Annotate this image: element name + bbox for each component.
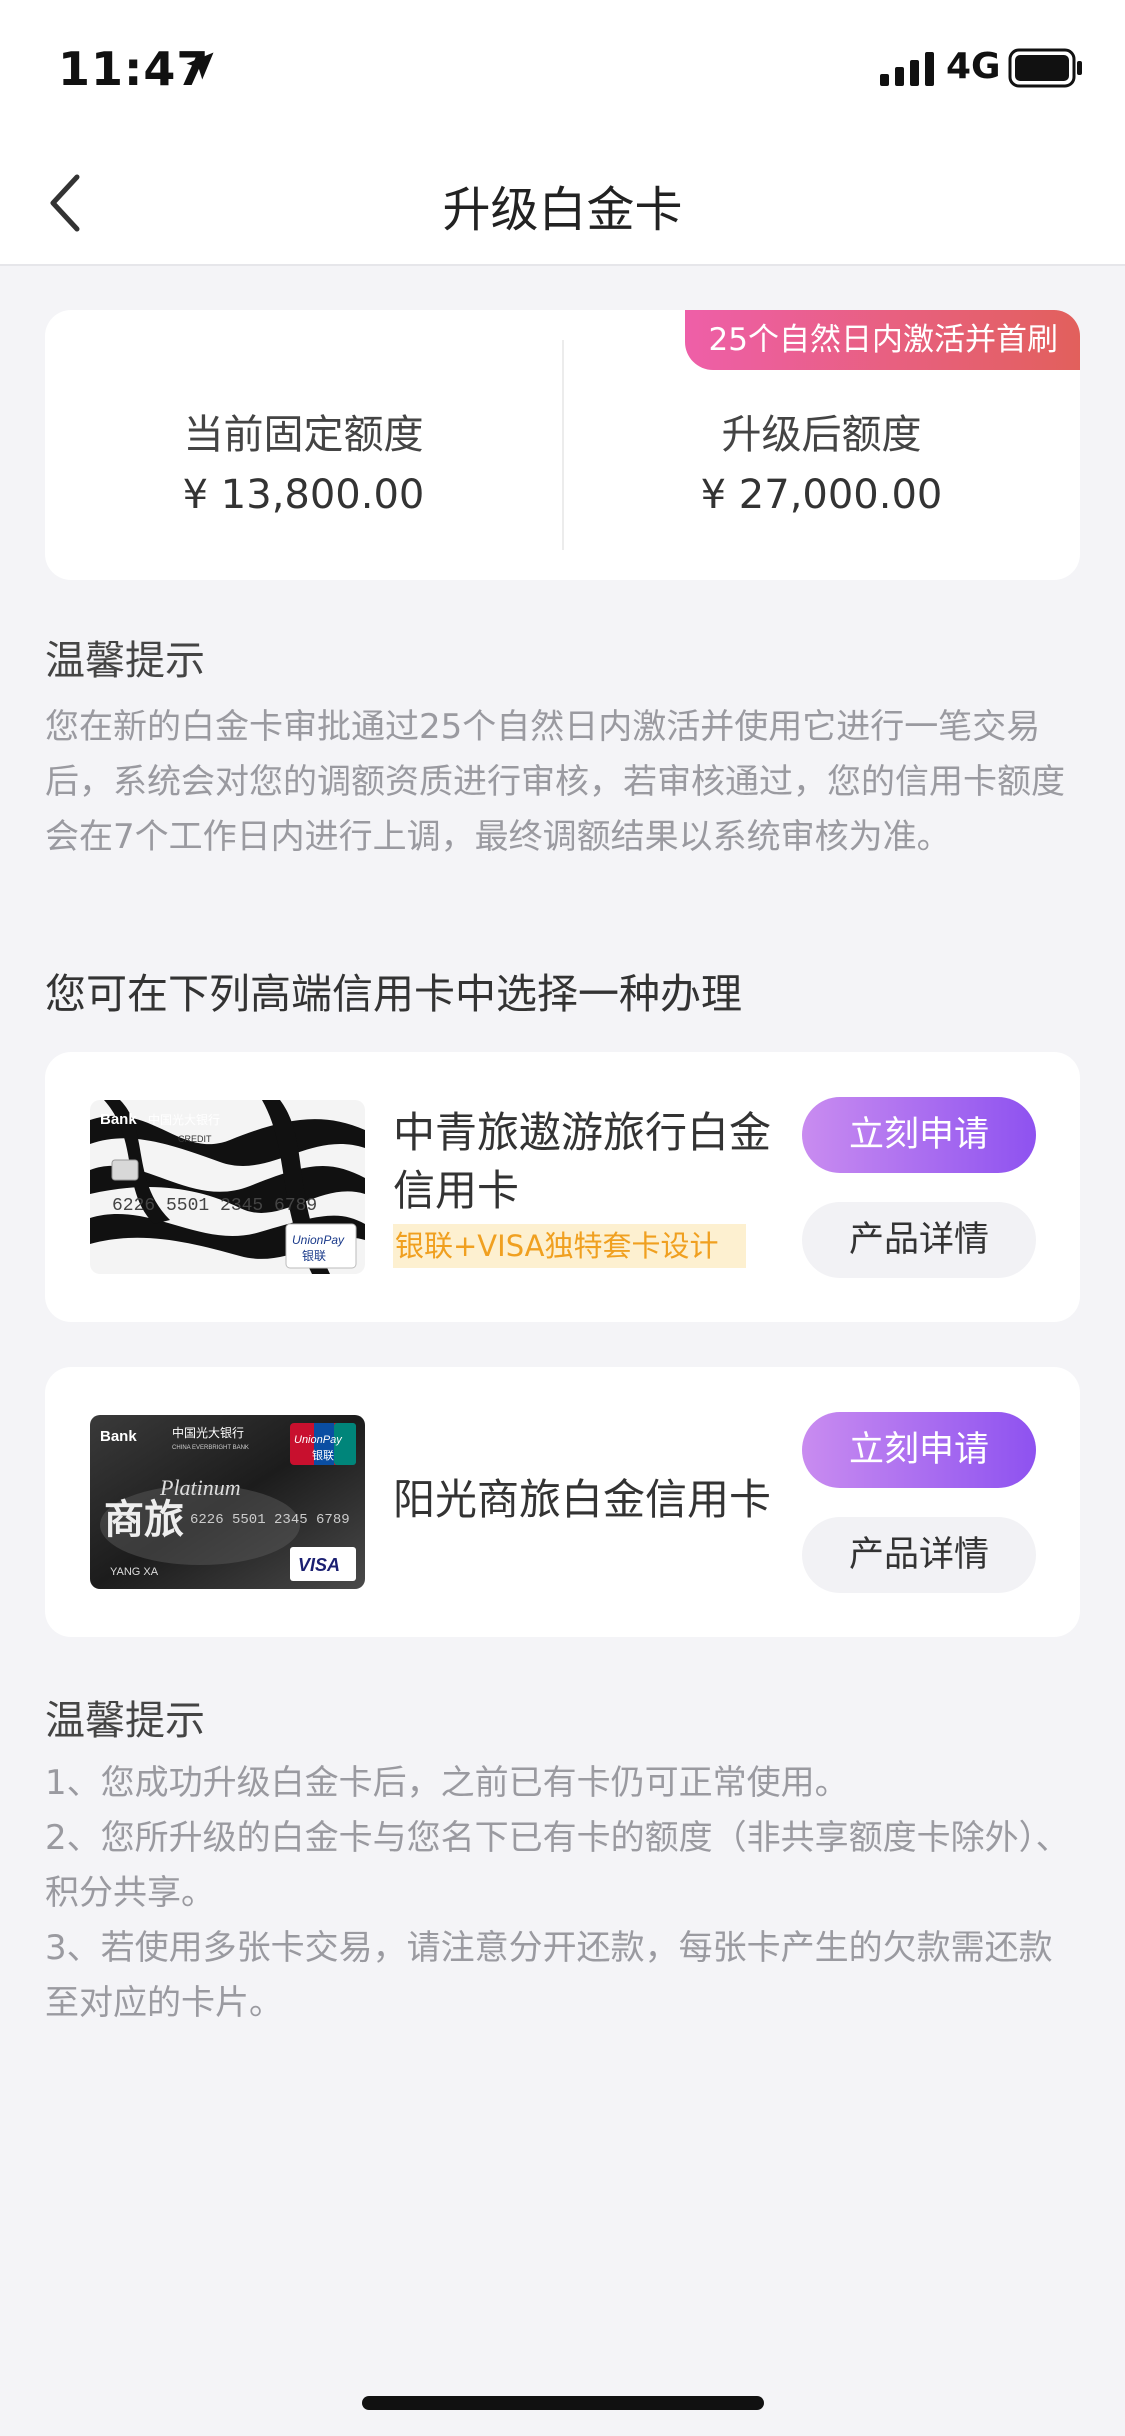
upgraded-limit-value: ¥ 27,000.00	[700, 472, 943, 518]
card-number: 6226 5501 2345 6789	[190, 1512, 350, 1528]
network-type: 4G	[946, 46, 1001, 87]
unionpay-cn-text: 银联	[312, 1448, 334, 1462]
nav-bar: 升级白金卡	[0, 140, 1125, 266]
tip-list: 1、您成功升级白金卡后，之前已有卡仍可正常使用。 2、您所升级的白金卡与您名下已…	[45, 1756, 1080, 2031]
card-bank-name-en: CHINA EVERBRIGHT BANK	[172, 1445, 249, 1451]
location-arrow-icon	[186, 52, 214, 80]
tip-item: 2、您所升级的白金卡与您名下已有卡的额度（非共享额度卡除外）、积分共享。	[45, 1818, 1070, 1913]
product-detail-button[interactable]: 产品详情	[802, 1202, 1036, 1278]
signal-icon	[880, 52, 934, 86]
home-indicator	[362, 2396, 764, 2410]
card-bank-name: 中国光大银行	[172, 1425, 244, 1440]
battery-icon	[1008, 48, 1082, 88]
current-limit-label: 当前固定额度	[183, 412, 424, 458]
product-name: 阳光商旅白金信用卡	[393, 1475, 772, 1524]
unionpay-text: UnionPay	[292, 1233, 345, 1247]
status-bar: 11:47 4G	[0, 0, 1125, 140]
visa-text: VISA	[298, 1555, 340, 1575]
product-card: Bank 中国光大银行 CREDIT 6226 5501 2345 6789 U…	[45, 1052, 1080, 1322]
upgraded-limit: 升级后额度 ¥ 27,000.00	[563, 402, 1080, 518]
unionpay-text: UnionPay	[294, 1434, 343, 1446]
product-tag: 银联+VISA独特套卡设计	[393, 1224, 747, 1268]
card-shanglv-text: 商旅	[104, 1497, 184, 1543]
unionpay-cn-text: 银联	[302, 1249, 326, 1263]
tip-title: 温馨提示	[45, 1698, 205, 1744]
apply-button[interactable]: 立刻申请	[802, 1097, 1036, 1173]
apply-button[interactable]: 立刻申请	[802, 1412, 1036, 1488]
current-limit-value: ¥ 13,800.00	[182, 472, 425, 518]
card-type-text: CREDIT	[178, 1134, 212, 1144]
card-bank-text: Bank	[100, 1111, 137, 1128]
current-limit: 当前固定额度 ¥ 13,800.00	[45, 402, 562, 518]
card-bank-text: Bank	[100, 1428, 137, 1445]
product-card: Bank 中国光大银行 CHINA EVERBRIGHT BANK UnionP…	[45, 1367, 1080, 1637]
credit-limit-card: 25个自然日内激活并首刷 当前固定额度 ¥ 13,800.00 升级后额度 ¥ …	[45, 310, 1080, 580]
page-title: 升级白金卡	[442, 182, 683, 238]
tip-item: 3、若使用多张卡交易，请注意分开还款，每张卡产生的欠款需还款至对应的卡片。	[45, 1928, 1053, 2023]
promo-badge: 25个自然日内激活并首刷	[684, 310, 1080, 370]
zebra-card-image: Bank 中国光大银行 CREDIT 6226 5501 2345 6789 U…	[90, 1100, 365, 1274]
section-title: 您可在下列高端信用卡中选择一种办理	[45, 970, 742, 1018]
product-name: 中青旅遨游旅行白金信用卡	[393, 1108, 772, 1215]
platinum-card-image: Bank 中国光大银行 CHINA EVERBRIGHT BANK UnionP…	[90, 1415, 365, 1589]
product-detail-button[interactable]: 产品详情	[802, 1517, 1036, 1593]
tip-body: 您在新的白金卡审批通过25个自然日内激活并使用它进行一笔交易后，系统会对您的调额…	[45, 707, 1065, 857]
card-holder: YANG XA	[110, 1566, 159, 1578]
card-number: 6226 5501 2345 6789	[112, 1196, 317, 1216]
tip-title: 温馨提示	[45, 638, 205, 684]
upgraded-limit-label: 升级后额度	[721, 412, 922, 458]
tip-item: 1、您成功升级白金卡后，之前已有卡仍可正常使用。	[45, 1763, 849, 1803]
card-bank-name: 中国光大银行	[148, 1112, 220, 1127]
